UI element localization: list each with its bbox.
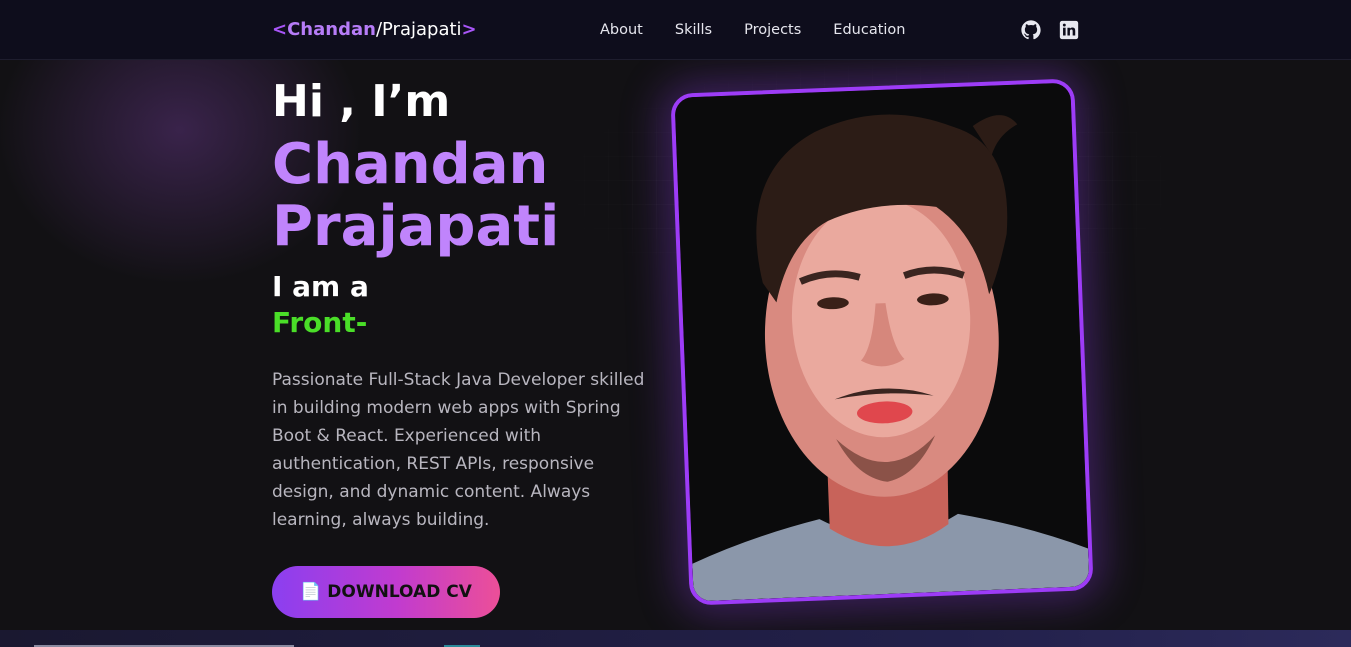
hero-role-typing: Front- <box>272 306 368 339</box>
navbar: <Chandan/Prajapati> About Skills Project… <box>0 0 1351 60</box>
nav-links: About Skills Projects Education <box>600 20 938 40</box>
logo-first-name: Chandan <box>287 19 376 40</box>
site-logo[interactable]: <Chandan/Prajapati> <box>272 18 477 42</box>
linkedin-icon[interactable] <box>1058 19 1080 41</box>
github-icon[interactable] <box>1020 19 1042 41</box>
profile-portrait <box>674 82 1090 602</box>
logo-last-name: Prajapati <box>382 19 462 40</box>
nav-link-skills[interactable]: Skills <box>675 20 712 40</box>
social-icons <box>1020 19 1080 41</box>
hero-bio: Passionate Full-Stack Java Developer ski… <box>272 370 645 530</box>
nav-link-about[interactable]: About <box>600 20 643 40</box>
hero-name-last: Prajapati <box>272 194 560 259</box>
hero-name: Chandan Prajapati <box>272 134 559 258</box>
hero-name-first: Chandan <box>272 132 549 197</box>
download-cv-label: DOWNLOAD CV <box>327 582 472 602</box>
nav-link-education[interactable]: Education <box>833 20 905 40</box>
hero-greeting: Hi , I’m <box>272 76 451 127</box>
hero-iam: I am a <box>272 270 369 303</box>
download-cv-button[interactable]: 📄 DOWNLOAD CV <box>272 566 500 618</box>
nav-link-projects[interactable]: Projects <box>744 20 801 40</box>
document-icon: 📄 <box>300 582 322 602</box>
profile-photo <box>670 78 1094 606</box>
